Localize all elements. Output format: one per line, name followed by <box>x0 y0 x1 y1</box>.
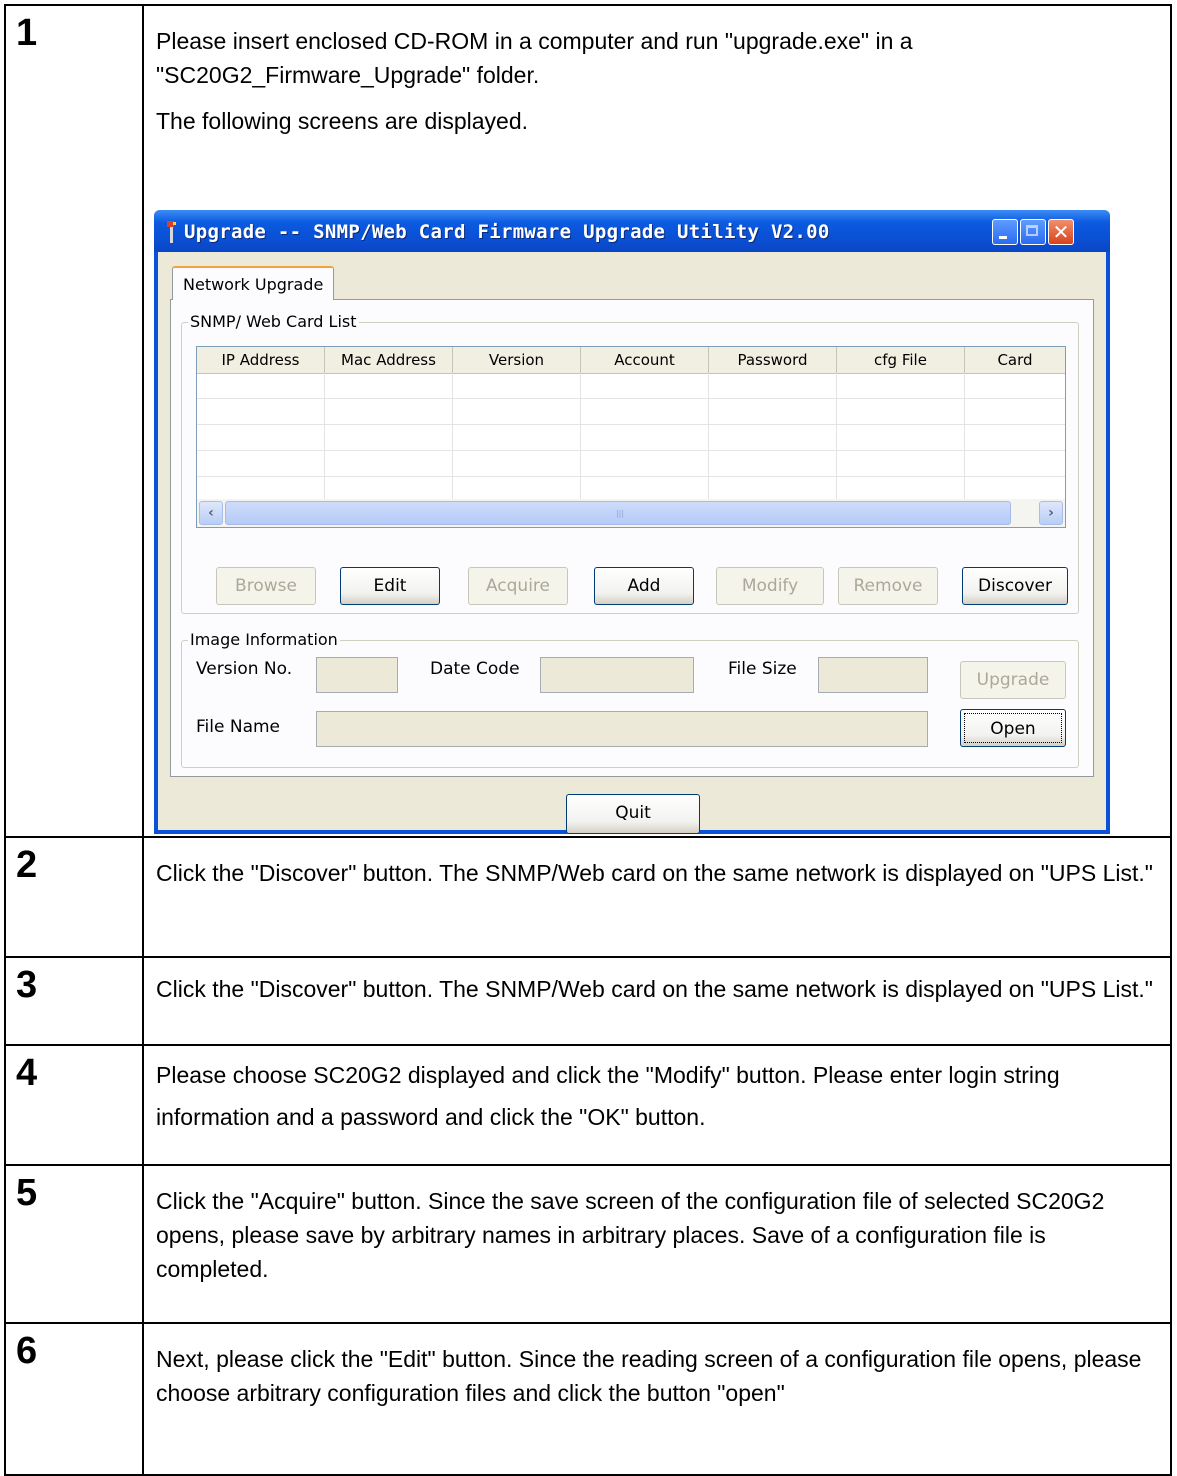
upgrade-button[interactable]: Upgrade <box>960 661 1066 699</box>
add-button[interactable]: Add <box>594 567 694 605</box>
grid-line <box>964 373 965 499</box>
step-paragraph: Please insert enclosed CD-ROM in a compu… <box>156 28 913 88</box>
scroll-right-icon[interactable]: › <box>1039 501 1063 525</box>
step-2-text: Click the "Discover" button. The SNMP/We… <box>144 838 1170 890</box>
upgrade-utility-window: Upgrade -- SNMP/Web Card Firmware Upgrad… <box>154 210 1110 834</box>
grid-line <box>452 373 453 499</box>
step-paragraph: Next, please click the "Edit" button. Si… <box>156 1346 1142 1406</box>
card-list-group: SNMP/ Web Card List IP Address Mac Addre… <box>181 312 1079 614</box>
file-name-label: File Name <box>196 717 281 737</box>
step-1-number-cell: 1 <box>4 4 144 838</box>
column-header-card[interactable]: Card <box>965 347 1065 373</box>
maximize-button[interactable] <box>1020 219 1046 245</box>
step-2-number-cell: 2 <box>4 836 144 958</box>
file-size-label: File Size <box>728 659 797 679</box>
step-3-content-cell: Click the "Discover" button. The SNMP/We… <box>142 956 1172 1046</box>
close-icon: ✕ <box>1052 220 1070 244</box>
step-number: 6 <box>16 1330 38 1372</box>
step-number: 3 <box>16 964 38 1006</box>
column-header-cfg-file[interactable]: cfg File <box>837 347 965 373</box>
close-button[interactable]: ✕ <box>1048 219 1074 245</box>
browse-button[interactable]: Browse <box>216 567 316 605</box>
card-list-view[interactable]: IP Address Mac Address Version Account P… <box>196 346 1066 528</box>
step-number: 1 <box>16 12 38 54</box>
scrollbar-thumb[interactable]: ||| <box>225 501 1011 525</box>
file-name-field[interactable] <box>316 711 928 747</box>
step-2-content-cell: Click the "Discover" button. The SNMP/We… <box>142 836 1172 958</box>
step-5-number-cell: 5 <box>4 1164 144 1324</box>
image-info-legend: Image Information <box>188 630 340 649</box>
date-code-label: Date Code <box>430 659 520 679</box>
step-4-number-cell: 4 <box>4 1044 144 1166</box>
step-paragraph: Click the "Discover" button. The SNMP/We… <box>156 976 1153 1002</box>
step-number: 4 <box>16 1052 38 1094</box>
step-number: 5 <box>16 1172 38 1214</box>
step-6-number-cell: 6 <box>4 1322 144 1476</box>
grid-line <box>836 373 837 499</box>
edit-button[interactable]: Edit <box>340 567 440 605</box>
image-info-group: Image Information Version No. Date Code … <box>181 630 1079 768</box>
open-button[interactable]: Open <box>960 709 1066 747</box>
tab-network-upgrade[interactable]: Network Upgrade <box>172 266 335 300</box>
card-list-body <box>197 373 1065 499</box>
step-number: 2 <box>16 844 38 886</box>
step-3-number-cell: 3 <box>4 956 144 1046</box>
grid-line <box>324 373 325 499</box>
window-title: Upgrade -- SNMP/Web Card Firmware Upgrad… <box>184 221 830 243</box>
modify-button[interactable]: Modify <box>716 567 824 605</box>
app-icon <box>167 221 176 243</box>
step-1-text: Please insert enclosed CD-ROM in a compu… <box>144 6 1170 138</box>
step-paragraph: Please choose SC20G2 displayed and click… <box>156 1062 1060 1130</box>
minimize-button[interactable] <box>992 219 1018 245</box>
acquire-button[interactable]: Acquire <box>468 567 568 605</box>
network-upgrade-panel: SNMP/ Web Card List IP Address Mac Addre… <box>170 299 1094 777</box>
step-paragraph: Click the "Discover" button. The SNMP/We… <box>156 860 1153 886</box>
step-6-text: Next, please click the "Edit" button. Si… <box>144 1324 1170 1410</box>
step-4-text: Please choose SC20G2 displayed and click… <box>144 1046 1170 1138</box>
step-5-text: Click the "Acquire" button. Since the sa… <box>144 1166 1170 1286</box>
window-titlebar[interactable]: Upgrade -- SNMP/Web Card Firmware Upgrad… <box>154 210 1110 252</box>
grid-line <box>197 450 1065 451</box>
open-button-label: Open <box>964 713 1062 743</box>
discover-button[interactable]: Discover <box>962 567 1068 605</box>
column-header-ip-address[interactable]: IP Address <box>197 347 325 373</box>
card-list-legend: SNMP/ Web Card List <box>188 312 359 331</box>
scrollbar-grip-icon: ||| <box>615 509 625 518</box>
column-header-account[interactable]: Account <box>581 347 709 373</box>
grid-line <box>580 373 581 499</box>
column-header-mac-address[interactable]: Mac Address <box>325 347 453 373</box>
column-header-version[interactable]: Version <box>453 347 581 373</box>
quit-button[interactable]: Quit <box>566 794 700 834</box>
grid-line <box>197 398 1065 399</box>
step-5-content-cell: Click the "Acquire" button. Since the sa… <box>142 1164 1172 1324</box>
grid-line <box>197 424 1065 425</box>
date-code-field[interactable] <box>540 657 694 693</box>
version-field[interactable] <box>316 657 398 693</box>
remove-button[interactable]: Remove <box>838 567 938 605</box>
grid-line <box>197 476 1065 477</box>
window-client-area: Network Upgrade SNMP/ Web Card List IP A… <box>158 252 1106 834</box>
scroll-left-icon[interactable]: ‹ <box>199 501 223 525</box>
version-label: Version No. <box>196 659 293 679</box>
grid-line <box>708 373 709 499</box>
step-4-content-cell: Please choose SC20G2 displayed and click… <box>142 1044 1172 1166</box>
horizontal-scrollbar[interactable]: ‹ ||| › <box>197 499 1065 527</box>
step-paragraph: The following screens are displayed. <box>156 108 529 134</box>
step-6-content-cell: Next, please click the "Edit" button. Si… <box>142 1322 1172 1476</box>
column-header-password[interactable]: Password <box>709 347 837 373</box>
file-size-field[interactable] <box>818 657 928 693</box>
step-paragraph: Click the "Acquire" button. Since the sa… <box>156 1188 1105 1282</box>
step-3-text: Click the "Discover" button. The SNMP/We… <box>144 958 1170 1006</box>
card-list-header: IP Address Mac Address Version Account P… <box>197 347 1065 374</box>
